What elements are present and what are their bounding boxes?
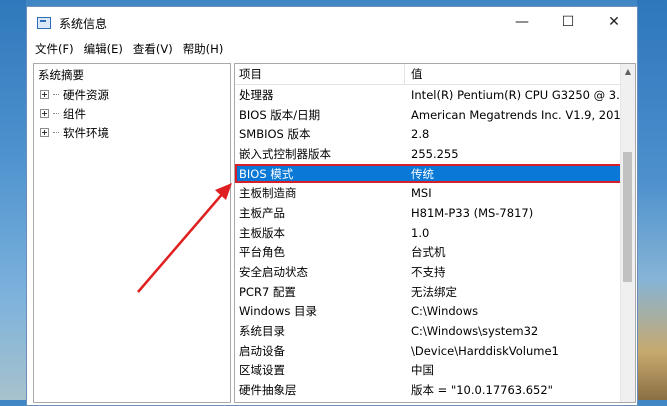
row-item-value: 台式机 — [411, 245, 446, 260]
row-item-name: 主板制造商 — [239, 186, 297, 201]
tree-item-hardware-resources[interactable]: 硬件资源 — [34, 85, 230, 104]
row-item-name: BIOS 版本/日期 — [239, 107, 321, 122]
expand-plus-icon[interactable] — [40, 90, 49, 99]
table-row[interactable]: 区域设置 中国 — [235, 361, 635, 381]
table-row[interactable]: 硬件抽象层 版本 = "10.0.17763.652" — [235, 380, 635, 400]
table-row[interactable]: Windows 目录 C:\Windows — [235, 302, 635, 322]
expand-plus-icon[interactable] — [40, 109, 49, 118]
row-item-value: American Megatrends Inc. V1.9, 2015/3 — [411, 107, 635, 122]
row-item-name: 安全启动状态 — [239, 265, 308, 280]
row-item-name: Windows 目录 — [239, 304, 317, 319]
row-item-value: H81M-P33 (MS-7817) — [411, 205, 534, 220]
column-header-value[interactable]: 值 — [405, 64, 635, 84]
desktop-background-left — [0, 0, 26, 400]
row-item-value: C:\Windows\system32 — [411, 324, 539, 339]
table-row[interactable]: 主板制造商 MSI — [235, 183, 635, 203]
column-header-item[interactable]: 项目 — [235, 64, 405, 84]
table-row[interactable]: 嵌入式控制器版本 255.255 — [235, 144, 635, 164]
row-item-name: 主板版本 — [239, 225, 285, 240]
row-item-name: PCR7 配置 — [239, 284, 296, 299]
window-controls: — ☐ ✕ — [499, 7, 637, 37]
row-item-name: 处理器 — [239, 87, 274, 102]
table-row[interactable]: PCR7 配置 无法绑定 — [235, 282, 635, 302]
desktop-background-right — [637, 0, 667, 400]
maximize-button[interactable]: ☐ — [545, 7, 591, 37]
row-item-value: Intel(R) Pentium(R) CPU G3250 @ 3.20GHz — [411, 87, 635, 102]
scroll-thumb[interactable] — [623, 152, 632, 282]
scroll-up-arrow-icon[interactable]: ▲ — [621, 64, 635, 78]
menu-edit[interactable]: 编辑(E) — [79, 41, 128, 57]
row-item-value: \Device\HarddiskVolume1 — [411, 343, 559, 358]
row-item-value: 中国 — [411, 363, 434, 378]
tree-item-label: 硬件资源 — [63, 87, 109, 102]
row-item-value: 1.0 — [411, 225, 430, 240]
system-info-window: 系统信息 — ☐ ✕ 文件(F) 编辑(E) 查看(V) 帮助(H) 系统摘要 … — [26, 6, 638, 406]
table-row[interactable]: 处理器 Intel(R) Pentium(R) CPU G3250 @ 3.20G… — [235, 85, 635, 105]
title-bar[interactable]: 系统信息 — ☐ ✕ — [27, 7, 637, 39]
minimize-button[interactable]: — — [499, 7, 545, 37]
table-row[interactable]: 平台角色 台式机 — [235, 243, 635, 263]
row-item-name: 硬件抽象层 — [239, 383, 297, 398]
menu-bar: 文件(F) 编辑(E) 查看(V) 帮助(H) — [27, 39, 637, 59]
row-item-name: 区域设置 — [239, 363, 285, 378]
table-row[interactable]: 安全启动状态 不支持 — [235, 262, 635, 282]
details-list[interactable]: 项目 值 处理器 Intel(R) Pentium(R) CPU G3250 @ … — [234, 63, 636, 403]
table-row[interactable]: SMBIOS 版本 2.8 — [235, 124, 635, 144]
row-item-value: 无法绑定 — [411, 284, 457, 299]
table-row-selected-bios-mode[interactable]: BIOS 模式 传统 — [235, 163, 635, 184]
row-item-name: 系统目录 — [239, 324, 285, 339]
expand-plus-icon[interactable] — [40, 128, 49, 137]
table-row[interactable]: BIOS 版本/日期 American Megatrends Inc. V1.9,… — [235, 105, 635, 125]
tree-connector-line — [53, 94, 59, 95]
tree-item-system-summary[interactable]: 系统摘要 — [34, 64, 230, 85]
tree-item-label: 组件 — [63, 106, 86, 121]
row-item-value: MSI — [411, 186, 432, 201]
tree-item-label: 软件环境 — [63, 125, 109, 140]
row-item-name: SMBIOS 版本 — [239, 127, 311, 142]
row-item-name: 平台角色 — [239, 245, 285, 260]
menu-view[interactable]: 查看(V) — [128, 41, 178, 57]
row-item-value: C:\Windows — [411, 304, 479, 319]
row-item-name: BIOS 模式 — [239, 166, 294, 181]
list-header: 项目 值 — [235, 64, 635, 85]
table-row[interactable]: 主板产品 H81M-P33 (MS-7817) — [235, 203, 635, 223]
tree-item-components[interactable]: 组件 — [34, 104, 230, 123]
row-item-value: 255.255 — [411, 146, 459, 161]
row-item-value: 版本 = "10.0.17763.652" — [411, 383, 553, 398]
row-item-value: 2.8 — [411, 127, 430, 142]
row-item-name: 嵌入式控制器版本 — [239, 146, 331, 161]
category-tree[interactable]: 系统摘要 硬件资源 组件 软件环境 — [33, 63, 231, 403]
window-title: 系统信息 — [59, 16, 108, 31]
row-item-value: 不支持 — [411, 265, 446, 280]
menu-file[interactable]: 文件(F) — [30, 41, 79, 57]
table-row[interactable]: 启动设备 \Device\HarddiskVolume1 — [235, 341, 635, 361]
table-row[interactable]: 系统目录 C:\Windows\system32 — [235, 321, 635, 341]
tree-item-software-environment[interactable]: 软件环境 — [34, 123, 230, 142]
tree-connector-line — [53, 132, 59, 133]
row-item-value: 传统 — [411, 166, 434, 181]
table-row[interactable]: 主板版本 1.0 — [235, 223, 635, 243]
tree-connector-line — [53, 113, 59, 114]
system-info-app-icon — [37, 17, 51, 29]
menu-help[interactable]: 帮助(H) — [178, 41, 229, 57]
close-button[interactable]: ✕ — [591, 7, 637, 37]
row-item-name: 启动设备 — [239, 343, 285, 358]
row-item-name: 主板产品 — [239, 205, 285, 220]
list-rows: 处理器 Intel(R) Pentium(R) CPU G3250 @ 3.20G… — [235, 85, 635, 400]
vertical-scrollbar[interactable]: ▲ — [620, 64, 635, 402]
